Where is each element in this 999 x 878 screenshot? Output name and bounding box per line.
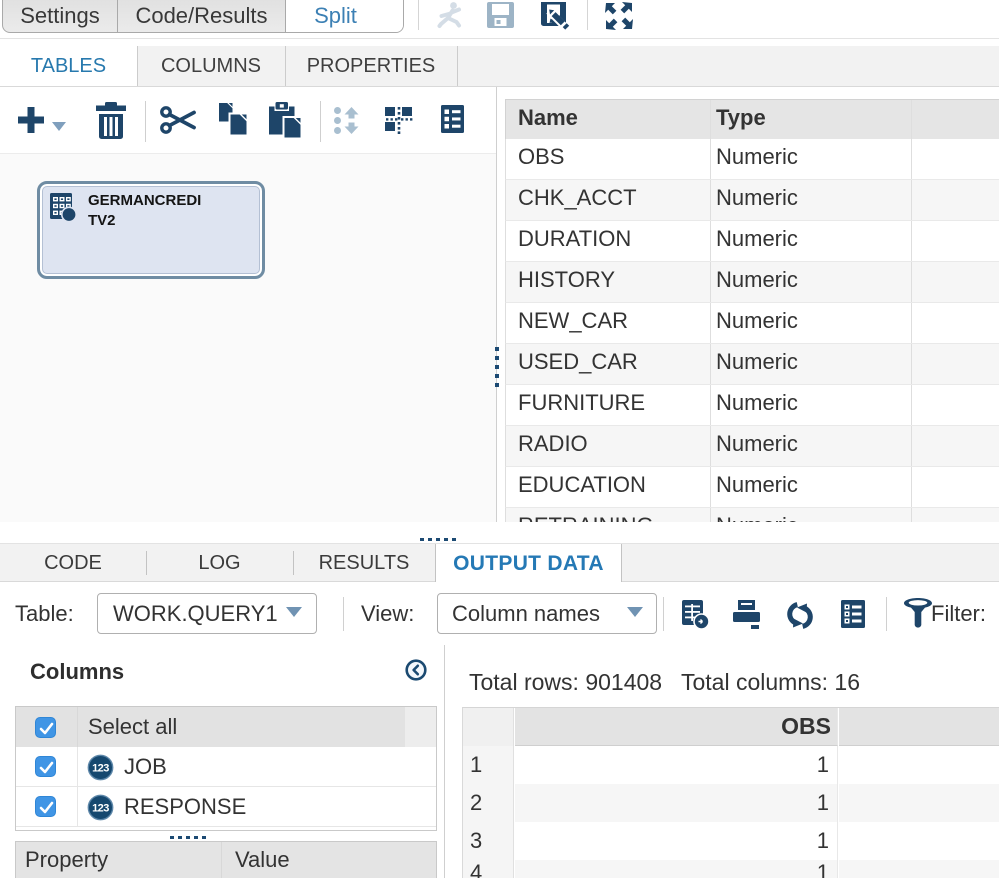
- svg-text:123: 123: [92, 803, 109, 815]
- svg-text:123: 123: [92, 763, 109, 775]
